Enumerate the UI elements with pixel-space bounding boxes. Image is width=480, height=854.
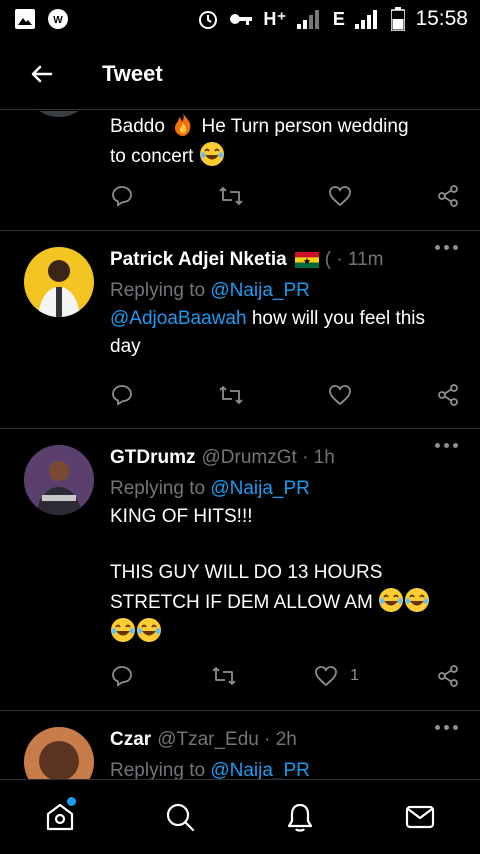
battery-icon (391, 7, 406, 31)
top-bar: Tweet (0, 38, 480, 110)
reply-icon (112, 186, 132, 207)
share-icon (438, 665, 458, 687)
whatsapp-icon: W (46, 7, 70, 31)
avatar[interactable] (24, 111, 94, 117)
retweet-button[interactable] (211, 664, 237, 688)
tweet-text: @AdjoaBaawah how will you feel this day (110, 308, 426, 357)
laughing-emoji (199, 142, 224, 166)
reply-button[interactable] (110, 383, 134, 407)
laughing-emoji (137, 618, 161, 642)
reply-button[interactable] (110, 184, 134, 208)
clock: 15:58 (415, 7, 468, 30)
like-button[interactable] (328, 184, 352, 208)
back-arrow-icon (31, 65, 53, 82)
like-icon (315, 666, 337, 687)
avatar[interactable] (24, 727, 94, 781)
like-icon (329, 385, 351, 406)
avatar[interactable] (24, 445, 94, 515)
tweet-item[interactable]: Baddo He Turn person wedding to concert (0, 111, 480, 231)
svg-text:W: W (53, 15, 63, 26)
share-button[interactable] (436, 383, 460, 407)
network-type: H⁺ (263, 8, 287, 29)
search-icon (166, 803, 195, 832)
image-icon (14, 8, 36, 30)
author-name[interactable]: Patrick Adjei Nketia (110, 249, 287, 271)
alarm-icon (197, 8, 219, 30)
like-count: 1 (350, 667, 359, 684)
author-handle: @Tzar_Edu · 2h (157, 729, 297, 750)
bottom-navigation (0, 779, 480, 854)
author-handle: @DrumzGt · 1h (201, 447, 335, 468)
back-button[interactable] (12, 44, 72, 104)
tweet-item[interactable]: Czar @Tzar_Edu · 2h Replying to @Naija_P… (0, 711, 480, 781)
new-content-indicator (67, 797, 76, 806)
share-icon (438, 185, 458, 207)
reply-handle-link[interactable]: @Naija_PR (210, 478, 310, 499)
reply-handle-link[interactable]: @Naija_PR (210, 280, 310, 301)
fire-emoji (175, 113, 191, 136)
nav-home[interactable] (30, 787, 90, 847)
tweet-thread[interactable]: Baddo He Turn person wedding to concert (0, 111, 480, 781)
share-button[interactable] (436, 184, 460, 208)
tweet-item[interactable]: GTDrumz @DrumzGt · 1h Replying to @Naija… (0, 429, 480, 711)
network-type-2: E (332, 8, 346, 29)
page-title: Tweet (102, 60, 163, 86)
messages-icon (405, 805, 435, 829)
retweet-icon (219, 187, 243, 205)
like-icon (329, 186, 351, 207)
reply-handle-link[interactable]: @Naija_PR (210, 760, 310, 781)
retweet-button[interactable] (218, 383, 244, 407)
key-icon (229, 12, 253, 26)
ghana-flag-icon (294, 252, 319, 268)
tweet-text: Baddo He Turn person wedding to concert (110, 111, 460, 171)
signal-icon (355, 9, 381, 29)
retweet-button[interactable] (218, 184, 244, 208)
author-name[interactable]: Czar (110, 729, 151, 751)
laughing-emoji (379, 588, 404, 612)
reply-icon (112, 385, 132, 406)
reply-context: Replying to @Naija_PR (110, 280, 310, 301)
tweet-item[interactable]: Patrick Adjei Nketia ( · 11m Replying to… (0, 231, 480, 429)
status-bar: W H⁺ E 15:58 (0, 0, 480, 38)
signal-icon (296, 9, 323, 29)
like-button[interactable]: 1 (314, 664, 359, 688)
share-icon (438, 384, 458, 406)
laughing-emoji (111, 618, 135, 642)
tweet-text: KING OF HITS!!! THIS GUY WILL DO 13 HOUR… (110, 503, 460, 647)
laughing-emoji (405, 588, 430, 612)
nav-notifications[interactable] (270, 787, 330, 847)
share-button[interactable] (436, 664, 460, 688)
reply-context: Replying to @Naija_PR (110, 478, 310, 499)
tweet-meta: ( · 11m (324, 249, 384, 270)
mention-link[interactable]: @AdjoaBaawah (110, 308, 247, 329)
retweet-icon (219, 386, 243, 404)
avatar[interactable] (24, 247, 94, 317)
notifications-icon (287, 803, 313, 832)
nav-messages[interactable] (390, 787, 450, 847)
author-name[interactable]: GTDrumz (110, 447, 196, 469)
reply-button[interactable] (110, 664, 134, 688)
reply-icon (112, 666, 132, 687)
retweet-icon (212, 667, 236, 685)
reply-context: Replying to @Naija_PR (110, 760, 310, 781)
like-button[interactable] (328, 383, 352, 407)
nav-search[interactable] (150, 787, 210, 847)
